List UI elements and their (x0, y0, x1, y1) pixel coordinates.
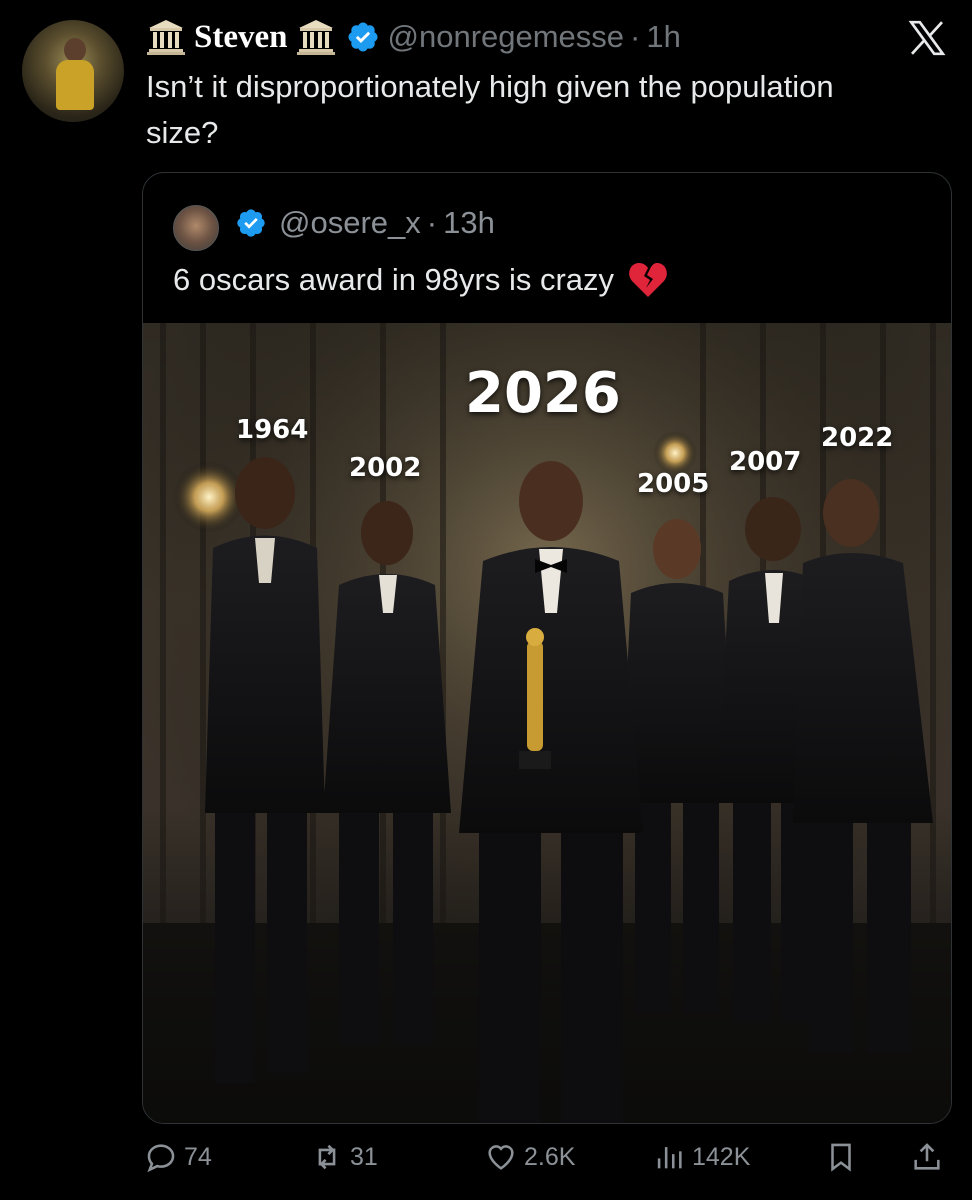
quoted-tweet-header: @osere_x · 13h (235, 205, 495, 241)
quoted-tweet-card[interactable]: @osere_x · 13h 6 oscars award in 98yrs i… (142, 172, 952, 1124)
quoted-timestamp[interactable]: 13h (443, 205, 495, 241)
bookmark-icon (831, 1143, 851, 1172)
reply-count: 74 (184, 1142, 212, 1171)
like-button[interactable]: 2.6K (484, 1140, 575, 1174)
reply-button[interactable]: 74 (144, 1140, 212, 1174)
like-count: 2.6K (524, 1142, 576, 1171)
broken-heart-icon (629, 263, 667, 297)
quoted-tweet-text: 6 oscars award in 98yrs is crazy (173, 262, 615, 297)
x-logo-icon[interactable] (906, 18, 948, 58)
image-year-label: 2002 (349, 453, 422, 483)
tweet-text: Isn’t it disproportionately high given t… (146, 69, 834, 150)
repost-button[interactable]: 31 (310, 1140, 378, 1174)
verified-badge-icon (237, 209, 265, 237)
share-icon (914, 1143, 940, 1170)
view-count: 142K (692, 1142, 751, 1171)
quoted-tweet-image[interactable]: 2026 1964 2002 2005 2007 2022 (143, 323, 951, 1123)
repost-count: 31 (350, 1142, 378, 1171)
classical-building-icon (296, 20, 335, 55)
author-handle[interactable]: @nonregemesse (388, 19, 625, 55)
image-year-label: 2026 (465, 361, 621, 426)
views-button[interactable]: 142K (652, 1140, 750, 1174)
repost-icon (318, 1144, 336, 1170)
image-year-label: 2022 (821, 423, 894, 453)
tweet-timestamp[interactable]: 1h (646, 19, 680, 55)
image-year-label: 1964 (236, 415, 309, 445)
heart-icon (488, 1145, 514, 1170)
verified-badge-icon (347, 22, 378, 52)
image-year-label: 2007 (729, 447, 802, 477)
author-avatar[interactable] (22, 20, 124, 122)
reply-icon (147, 1144, 175, 1173)
image-year-label: 2005 (637, 469, 710, 499)
tweet-header: Steven @nonregemesse · 1h (146, 14, 681, 60)
separator-dot: · (426, 205, 438, 240)
author-name[interactable]: Steven (194, 19, 288, 56)
quoted-tweet-text-row: 6 oscars award in 98yrs is crazy (173, 261, 668, 299)
bookmark-button[interactable] (824, 1140, 864, 1174)
avatar-figure-head (64, 38, 86, 62)
quoted-author-avatar[interactable] (173, 205, 219, 251)
classical-building-icon (147, 20, 185, 55)
quoted-author-handle[interactable]: @osere_x (279, 205, 421, 241)
tweet-action-bar: 74 31 2.6K 142K (0, 1140, 972, 1186)
avatar-figure-jersey (56, 60, 94, 110)
share-button[interactable] (910, 1140, 950, 1174)
analytics-icon (657, 1147, 682, 1169)
separator-dot: · (630, 19, 641, 54)
